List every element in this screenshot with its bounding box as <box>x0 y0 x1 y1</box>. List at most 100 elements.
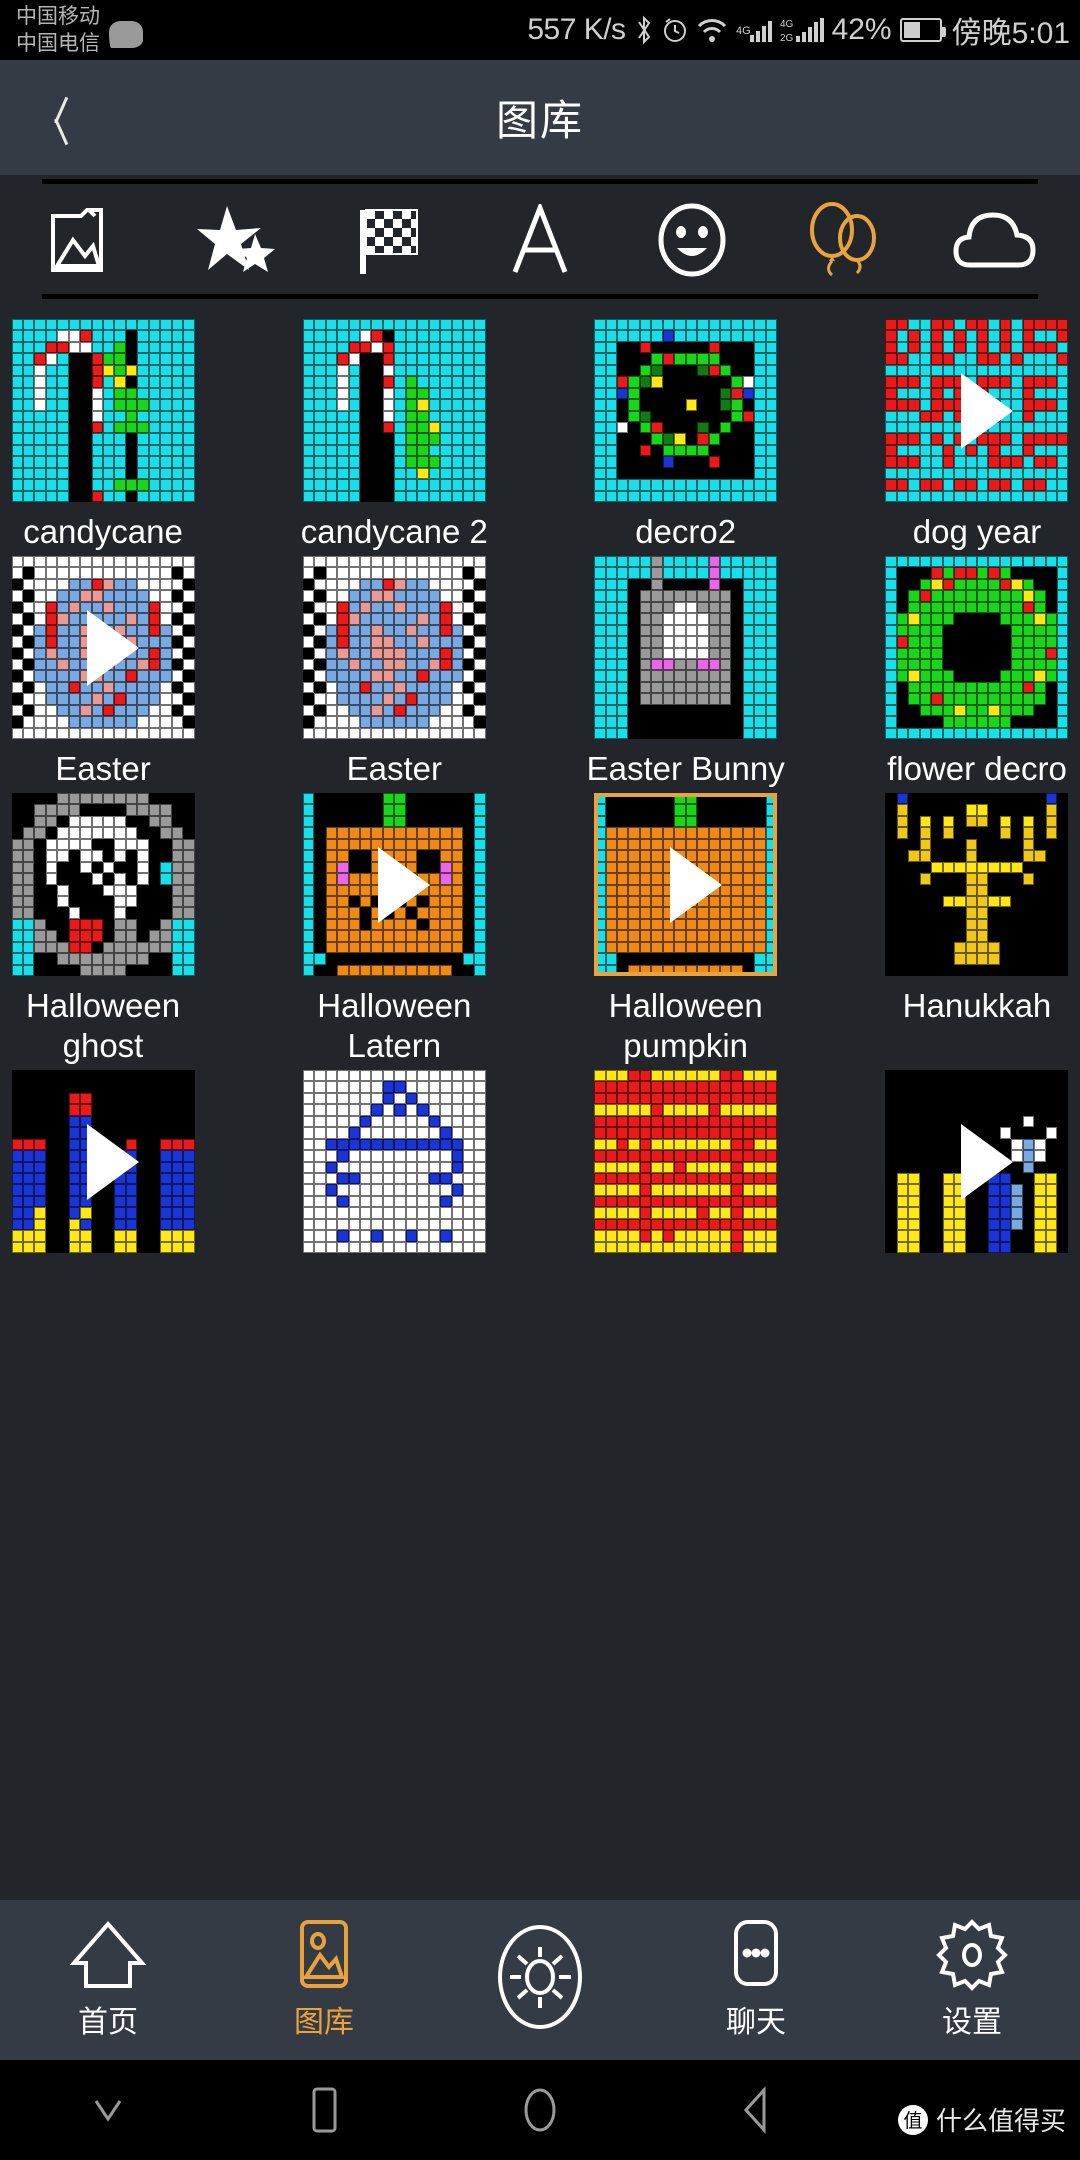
gallery-item[interactable]: Halloween pumpkin <box>591 793 781 1066</box>
gallery-item-label: Halloween Latern <box>317 987 472 1064</box>
category-holiday[interactable] <box>788 201 898 278</box>
pixel-art-canvas <box>11 319 195 502</box>
gallery-item-thumbnail[interactable] <box>11 1070 195 1253</box>
gallery-item-thumbnail[interactable] <box>594 793 778 976</box>
app-root: 中国移动 中国电信 557 K/s 4G 4G 2G 42% 傍晚5:01 图库… <box>0 0 1080 2160</box>
bluetooth-icon <box>634 15 654 45</box>
gallery-item-thumbnail[interactable] <box>594 319 778 502</box>
gallery-item-thumbnail[interactable] <box>885 793 1069 976</box>
svg-text:4G: 4G <box>780 19 794 30</box>
status-bar: 中国移动 中国电信 557 K/s 4G 4G 2G 42% 傍晚5:01 <box>0 0 1080 60</box>
category-text[interactable] <box>485 200 595 281</box>
back-triangle-icon[interactable] <box>648 2084 864 2136</box>
gallery-row: Easter Easter Easter Bunny flower decro <box>4 556 1076 789</box>
gallery-item[interactable]: Halloween Latern <box>299 793 489 1066</box>
category-icon-row <box>0 184 1080 294</box>
signal-4g-2g-icon: 4G 2G <box>780 16 824 44</box>
home-circle-icon[interactable] <box>432 2084 648 2136</box>
gallery-item-label: Halloween pumpkin <box>608 987 763 1064</box>
category-flag[interactable] <box>333 206 443 278</box>
nav-label-home: 首页 <box>78 2006 138 2039</box>
gallery-item[interactable] <box>591 1070 781 1263</box>
gallery-item-thumbnail[interactable] <box>885 1070 1069 1253</box>
gallery-item[interactable] <box>299 1070 489 1263</box>
nav-label-gallery: 图库 <box>294 2006 354 2039</box>
balloons-icon <box>802 201 884 283</box>
gallery-item[interactable] <box>8 1070 198 1263</box>
battery-icon <box>899 18 946 42</box>
page-title: 图库 <box>495 97 584 144</box>
gallery-item[interactable]: flower decro <box>882 556 1072 789</box>
play-icon[interactable] <box>87 1123 139 1200</box>
play-icon[interactable] <box>960 1123 1013 1200</box>
gallery-item-label: Easter <box>55 750 151 787</box>
nav-item-home[interactable]: 首页 <box>0 1900 216 2060</box>
gallery-item-thumbnail[interactable] <box>594 556 778 739</box>
gallery-item-label: dog year <box>912 513 1042 550</box>
chevron-down-icon[interactable] <box>0 2093 216 2127</box>
gallery-item-thumbnail[interactable] <box>302 793 486 976</box>
gallery-item-thumbnail[interactable] <box>302 319 486 502</box>
chat-icon <box>716 1919 796 1991</box>
carrier-primary: 中国移动 <box>16 5 100 28</box>
watermark-text: 什么值得买 <box>935 2106 1066 2136</box>
carrier-labels: 中国移动 中国电信 <box>0 3 100 57</box>
gallery-item[interactable] <box>882 1070 1072 1263</box>
gallery-item-label: Hanukkah <box>902 987 1052 1024</box>
nav-item-settings[interactable]: 设置 <box>864 1900 1080 2060</box>
letter-a-icon <box>507 200 573 281</box>
category-cloud[interactable] <box>940 206 1050 278</box>
watermark: 值 什么值得买 <box>897 2101 1066 2138</box>
gallery-item-label: candycane 2 <box>300 513 488 550</box>
network-speed-text: 557 K/s <box>527 13 626 46</box>
play-icon[interactable] <box>87 609 139 686</box>
back-button[interactable] <box>0 60 110 175</box>
photo-folder-icon <box>47 204 123 281</box>
category-stars[interactable] <box>182 205 292 278</box>
gallery-item-thumbnail[interactable] <box>302 1070 486 1253</box>
gallery-item-thumbnail[interactable] <box>885 556 1069 739</box>
gallery-item-thumbnail[interactable] <box>594 1070 778 1253</box>
nav-item-chat[interactable]: 聊天 <box>648 1900 864 2060</box>
gallery-item[interactable]: candycane <box>8 319 198 552</box>
smiley-face-icon <box>656 202 728 283</box>
gallery-item[interactable]: Halloween ghost <box>8 793 198 1066</box>
gallery-item[interactable]: Easter <box>299 556 489 789</box>
gallery-item[interactable]: candycane 2 <box>299 319 489 552</box>
gallery-row <box>4 1070 1076 1263</box>
play-icon[interactable] <box>378 846 431 923</box>
gallery-item[interactable]: Hanukkah <box>882 793 1072 1066</box>
category-emoji[interactable] <box>637 203 747 278</box>
nav-item-brightness[interactable] <box>432 1900 648 2060</box>
gallery-grid[interactable]: candycane candycane 2 decro2 dog year Easter… <box>0 313 1080 1964</box>
gallery-item-thumbnail[interactable] <box>302 556 486 739</box>
play-icon[interactable] <box>669 846 722 923</box>
recents-square-icon[interactable] <box>216 2084 432 2136</box>
settings-gear-icon <box>932 1919 1012 1991</box>
watermark-mark: 值 <box>897 2104 928 2135</box>
android-nav-bar: 值 什么值得买 <box>0 2060 1080 2160</box>
bottom-nav-bar: 首页 图库 聊天 设置 <box>0 1900 1080 2060</box>
category-photo-folder[interactable] <box>30 206 140 278</box>
gallery-item[interactable]: decro2 <box>591 319 781 552</box>
play-icon[interactable] <box>960 372 1013 449</box>
gallery-item[interactable]: Easter <box>8 556 198 789</box>
svg-text:2G: 2G <box>780 33 794 44</box>
gallery-item-label: candycane <box>23 513 183 550</box>
gallery-item[interactable]: Easter Bunny <box>587 556 785 789</box>
gallery-item-thumbnail[interactable] <box>11 556 195 739</box>
home-icon <box>68 1919 148 1991</box>
brightness-sun-icon <box>490 1925 590 2029</box>
gallery-item-thumbnail[interactable] <box>11 793 195 976</box>
clock-text: 傍晚5:01 <box>951 17 1070 50</box>
gallery-icon <box>284 1919 364 1991</box>
pixel-art-canvas <box>594 319 778 502</box>
gallery-item[interactable]: dog year <box>882 319 1072 552</box>
gallery-row: Halloween ghost Halloween Latern Halloween… <box>4 793 1076 1066</box>
gallery-item-label: Halloween ghost <box>25 987 181 1064</box>
nav-item-gallery[interactable]: 图库 <box>216 1900 432 2060</box>
gallery-item-thumbnail[interactable] <box>11 319 195 502</box>
nav-label-settings: 设置 <box>942 2006 1002 2039</box>
pixel-art-canvas <box>302 319 486 502</box>
gallery-item-thumbnail[interactable] <box>885 319 1069 502</box>
